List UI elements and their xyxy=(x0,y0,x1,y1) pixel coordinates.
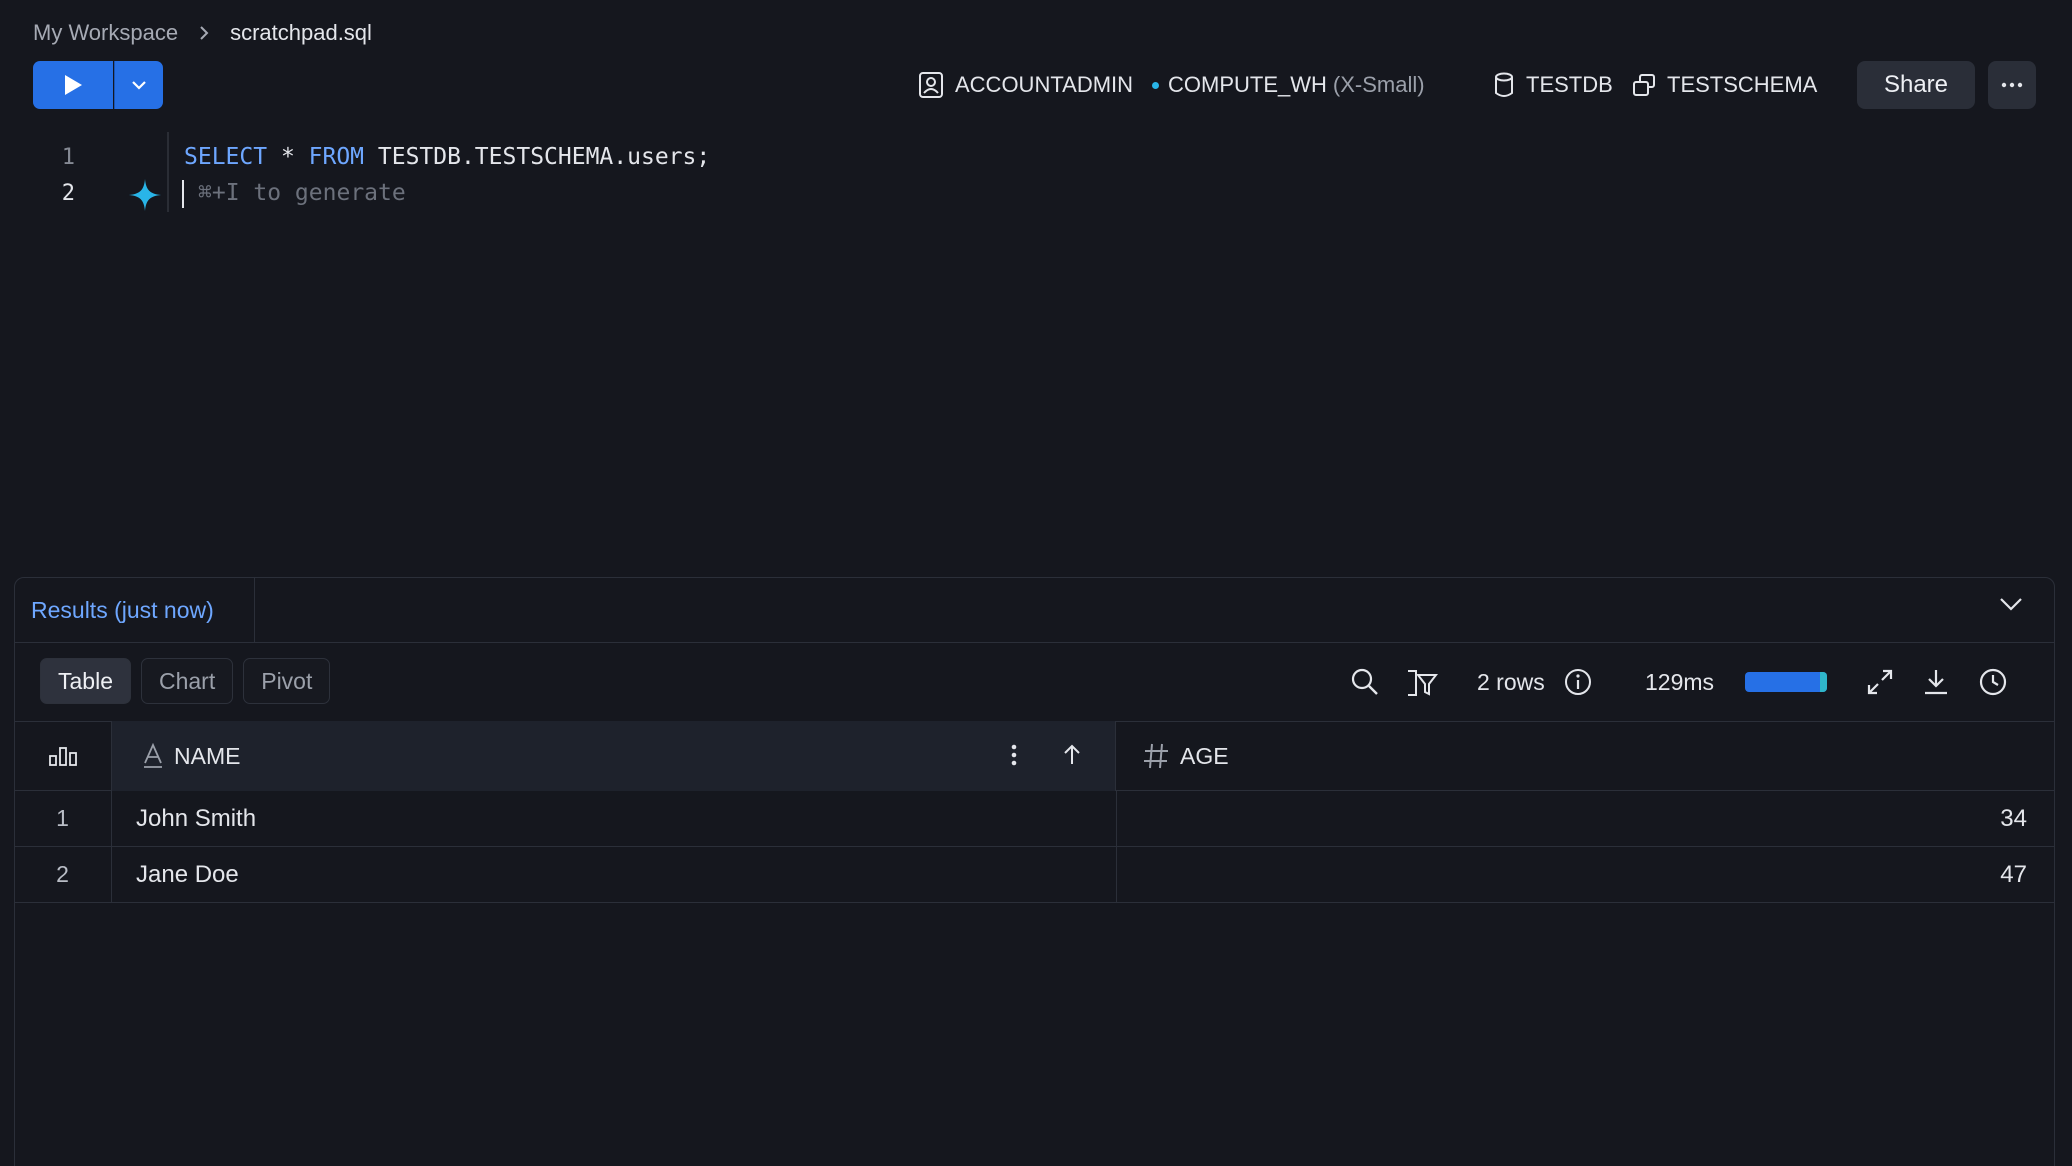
play-icon xyxy=(65,75,82,95)
column-header-label: AGE xyxy=(1180,742,1229,769)
schema-selector[interactable]: TESTSCHEMA xyxy=(1632,70,1817,100)
run-button[interactable] xyxy=(33,61,113,109)
warehouse-size: (X-Small) xyxy=(1332,72,1425,97)
chevron-down-icon xyxy=(132,81,146,90)
chevron-right-icon xyxy=(198,25,210,41)
ai-sparkle-icon[interactable] xyxy=(128,178,162,217)
row-index: 1 xyxy=(14,791,112,846)
sql-keyword: SELECT xyxy=(184,144,268,170)
warehouse-status-dot xyxy=(1152,81,1159,89)
role-label: ACCOUNTADMIN xyxy=(955,72,1134,97)
database-label: TESTDB xyxy=(1526,72,1613,97)
text-type-icon xyxy=(142,743,164,769)
history-clock-icon[interactable] xyxy=(1978,665,2008,699)
table-row[interactable]: 2 Jane Doe 47 xyxy=(14,847,2055,903)
breadcrumb-workspace[interactable]: My Workspace xyxy=(33,20,178,46)
tab-pivot[interactable]: Pivot xyxy=(243,658,331,704)
warehouse-selector[interactable]: COMPUTE_WH (X-Small) xyxy=(1152,70,1425,100)
schema-icon xyxy=(1633,74,1655,96)
chevron-down-icon xyxy=(2000,598,2022,611)
text-cursor xyxy=(182,180,184,208)
database-selector[interactable]: TESTDB xyxy=(1493,70,1613,100)
column-stats-toggle[interactable] xyxy=(14,721,112,791)
expand-icon[interactable] xyxy=(1866,665,1894,699)
query-duration: 129ms xyxy=(1645,668,1715,695)
results-tab-bar xyxy=(14,577,2055,643)
more-horizontal-icon xyxy=(2001,82,2023,88)
run-button-group xyxy=(33,61,163,109)
more-options-button[interactable] xyxy=(1988,61,2036,109)
run-options-button[interactable] xyxy=(114,61,163,109)
table-row[interactable]: 1 John Smith 34 xyxy=(14,791,2055,847)
tab-results[interactable]: Results (just now) xyxy=(15,578,255,642)
download-icon[interactable] xyxy=(1922,665,1950,699)
schema-label: TESTSCHEMA xyxy=(1667,72,1818,97)
line-number: 1 xyxy=(61,145,75,170)
code-line-1[interactable]: SELECT * FROM TESTDB.TESTSCHEMA.users; xyxy=(184,144,710,170)
tab-chart[interactable]: Chart xyxy=(140,658,234,704)
breadcrumb-file[interactable]: scratchpad.sql xyxy=(230,20,372,46)
tab-table[interactable]: Table xyxy=(40,658,131,704)
column-menu-icon[interactable] xyxy=(1010,743,1018,773)
cell-age[interactable]: 34 xyxy=(1117,791,2053,846)
info-icon[interactable] xyxy=(1563,665,1593,699)
sql-token: TESTDB.TESTSCHEMA.users; xyxy=(364,144,711,170)
breadcrumb: My Workspace scratchpad.sql xyxy=(33,19,372,47)
cell-name[interactable]: John Smith xyxy=(112,791,1117,846)
user-badge-icon xyxy=(919,72,943,98)
sql-token: * xyxy=(267,144,309,170)
ai-generate-placeholder[interactable]: ⌘+I to generate xyxy=(198,180,406,206)
sort-ascending-icon[interactable] xyxy=(1062,743,1082,773)
database-icon xyxy=(1495,72,1513,97)
cell-name[interactable]: Jane Doe xyxy=(112,847,1117,902)
search-icon[interactable] xyxy=(1350,665,1380,699)
collapse-results-button[interactable] xyxy=(1998,596,2024,617)
line-number: 2 xyxy=(61,181,75,206)
row-index: 2 xyxy=(14,847,112,902)
role-selector[interactable]: ACCOUNTADMIN xyxy=(918,70,1133,100)
sql-keyword: FROM xyxy=(308,144,365,170)
column-header-age[interactable]: AGE xyxy=(1117,721,2053,791)
view-tabs: Table Chart Pivot xyxy=(40,658,331,704)
number-type-icon xyxy=(1142,742,1170,770)
share-button[interactable]: Share xyxy=(1857,61,1975,109)
warehouse-label: COMPUTE_WH xyxy=(1168,72,1327,97)
cell-age[interactable]: 47 xyxy=(1117,847,2053,902)
bar-chart-icon xyxy=(48,747,77,766)
row-count: 2 rows xyxy=(1477,668,1545,695)
query-timing-bar xyxy=(1745,672,1827,692)
column-header-name[interactable]: NAME xyxy=(112,721,1116,791)
column-header-label: NAME xyxy=(174,742,241,769)
column-filter-icon[interactable] xyxy=(1406,665,1438,699)
gutter-divider xyxy=(167,132,169,212)
